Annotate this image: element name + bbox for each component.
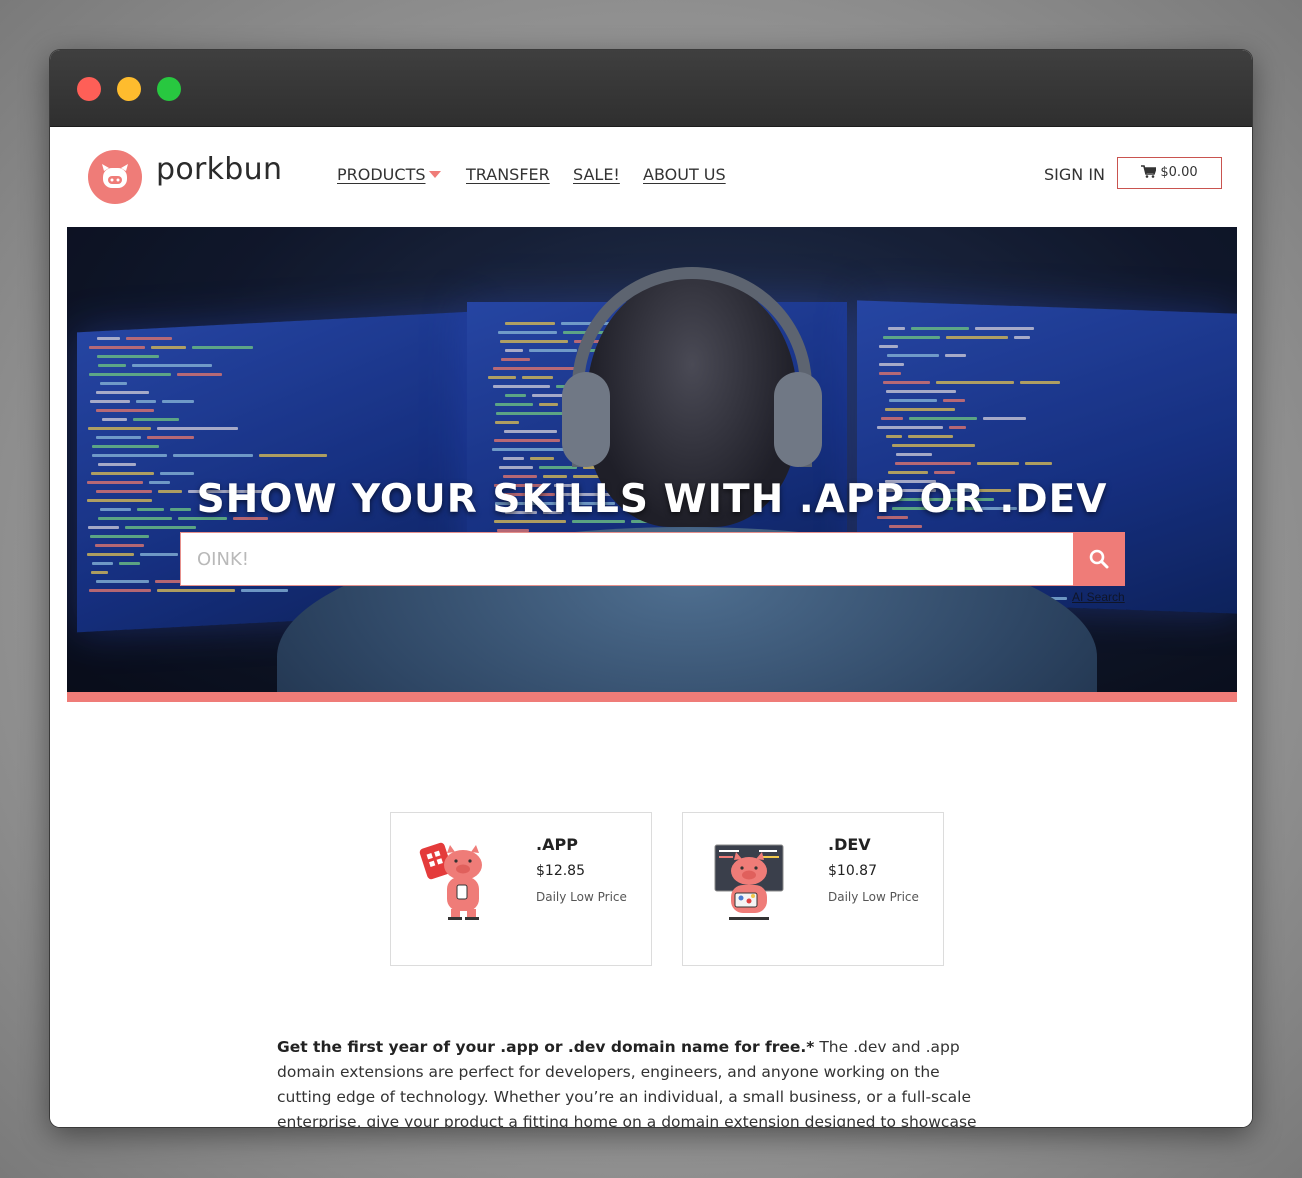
hero-banner: SHOW YOUR SKILLS WITH .APP OR .DEV AI Se… (67, 227, 1237, 692)
nav-products[interactable]: PRODUCTS (337, 165, 441, 184)
dev-pig-mascot-icon (714, 844, 784, 920)
hero-accent-bar (67, 692, 1237, 702)
close-window-button[interactable] (77, 77, 101, 101)
sign-in-link[interactable]: SIGN IN (1044, 165, 1105, 184)
cart-button[interactable]: $0.00 (1117, 157, 1222, 189)
logo-wordmark[interactable]: porkbun (156, 152, 282, 187)
web-page: porkbun PRODUCTS TRANSFER SALE! ABOUT US… (50, 127, 1252, 1127)
maximize-window-button[interactable] (157, 77, 181, 101)
tld-price-label: Daily Low Price (536, 890, 627, 904)
tld-card-app[interactable]: .APP $12.85 Daily Low Price (390, 812, 652, 966)
app-pig-mascot-icon (419, 842, 482, 920)
nav-transfer[interactable]: TRANSFER (466, 165, 550, 184)
browser-window: porkbun PRODUCTS TRANSFER SALE! ABOUT US… (50, 50, 1252, 1127)
promo-bold-intro: Get the first year of your .app or .dev … (277, 1038, 815, 1056)
tld-price: $12.85 (536, 863, 585, 879)
search-button[interactable] (1073, 532, 1125, 586)
hero-title: SHOW YOUR SKILLS WITH .APP OR .DEV (196, 477, 1108, 522)
nav-about-us[interactable]: ABOUT US (643, 165, 726, 184)
cart-total: $0.00 (1160, 165, 1198, 180)
search-icon (1089, 549, 1109, 569)
headphone-right (774, 372, 822, 467)
tld-price: $10.87 (828, 863, 877, 879)
window-titlebar (50, 50, 1252, 127)
headphone-left (562, 372, 610, 467)
ai-search-link[interactable]: AI Search (1072, 590, 1125, 604)
tld-price-label: Daily Low Price (828, 890, 919, 904)
nav-sale[interactable]: SALE! (573, 165, 620, 184)
minimize-window-button[interactable] (117, 77, 141, 101)
chevron-down-icon (428, 171, 441, 178)
promo-paragraph: Get the first year of your .app or .dev … (277, 1035, 997, 1127)
porkbun-logo-icon[interactable] (88, 150, 142, 204)
nav-products-label: PRODUCTS (337, 165, 426, 184)
shopping-cart-icon (1141, 165, 1158, 178)
tld-name: .APP (536, 835, 578, 854)
tld-card-dev[interactable]: .DEV $10.87 Daily Low Price (682, 812, 944, 966)
tld-name: .DEV (828, 835, 871, 854)
domain-search-input[interactable] (180, 532, 1074, 586)
